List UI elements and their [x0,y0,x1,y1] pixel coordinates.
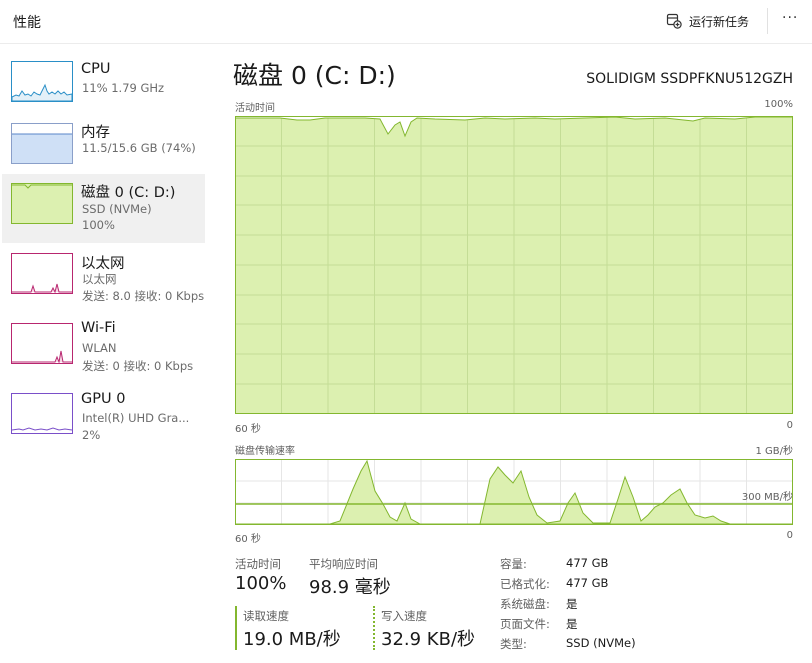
response-time-stat-value: 98.9 毫秒 [309,577,391,598]
gpu-thumbnail-graph [11,393,73,434]
run-task-icon [666,13,682,29]
read-speed-label: 读取速度 [243,609,289,623]
active-time-chart-end: 0 [786,420,793,431]
more-options-icon[interactable]: ··· [782,10,798,26]
capacity-value: 477 GB [566,556,609,570]
wifi-thumbnail-graph [11,323,73,364]
formatted-label: 已格式化: [500,577,550,591]
active-time-chart-max: 100% [764,99,793,110]
capacity-label: 容量: [500,557,527,571]
sidebar-item-wifi[interactable]: Wi-Fi WLAN 发送: 0 接收: 0 Kbps [2,314,205,383]
transfer-rate-chart-end: 0 [786,530,793,541]
sidebar-item-gpu-usage: 2% [82,428,101,442]
page-file-label: 页面文件: [500,617,550,631]
sidebar-item-gpu[interactable]: GPU 0 Intel(R) UHD Gra... 2% [2,384,205,453]
read-speed-indicator [235,606,237,650]
active-time-stat-value: 100% [235,573,287,594]
sidebar-item-ethernet[interactable]: 以太网 以太网 发送: 8.0 接收: 0 Kbps [2,244,205,313]
active-time-graph [235,116,793,414]
sidebar-item-ethernet-type: 以太网 [82,272,117,286]
sidebar-item-ethernet-rate: 发送: 8.0 接收: 0 Kbps [82,289,205,303]
sidebar-item-ethernet-label: 以太网 [81,256,125,272]
header-bar: 性能 运行新任务 ··· [0,0,812,44]
sidebar-item-cpu[interactable]: CPU 11% 1.79 GHz [2,54,205,123]
disk-type-value: SSD (NVMe) [566,636,636,650]
sidebar-item-memory-detail: 11.5/15.6 GB (74%) [82,141,196,155]
sidebar-item-gpu-label: GPU 0 [81,391,126,407]
sidebar-item-memory[interactable]: 内存 11.5/15.6 GB (74%) [2,114,205,183]
disk-type-label: 类型: [500,637,527,651]
ethernet-thumbnail-graph [11,253,73,294]
transfer-rate-chart-label: 磁盘传输速率 [235,446,295,457]
formatted-value: 477 GB [566,576,609,590]
sidebar-item-wifi-label: Wi-Fi [81,320,116,336]
active-time-stat-label: 活动时间 [235,557,281,571]
sidebar-item-disk-usage: 100% [82,218,115,232]
sidebar-item-wifi-type: WLAN [82,341,117,355]
read-speed-value: 19.0 MB/秒 [243,629,341,650]
transfer-rate-reference-label: 300 MB/秒 [741,492,793,503]
transfer-rate-chart-start: 60 秒 [235,534,261,545]
page-title: 性能 [13,15,41,31]
active-time-chart-label: 活动时间 [235,103,275,114]
disk-thumbnail-graph [11,183,73,224]
disk-title: 磁盘 0 (C: D:) [233,61,396,90]
disk-model: SOLIDIGM SSDPFKNU512GZH [586,71,793,87]
response-time-stat-label: 平均响应时间 [309,557,378,571]
system-disk-label: 系统磁盘: [500,597,550,611]
transfer-rate-chart-max: 1 GB/秒 [755,446,793,457]
sidebar-item-disk-type: SSD (NVMe) [82,202,152,216]
sidebar-item-gpu-model: Intel(R) UHD Gra... [82,411,190,425]
sidebar-item-cpu-detail: 11% 1.79 GHz [82,81,165,95]
sidebar-item-wifi-rate: 发送: 0 接收: 0 Kbps [82,359,194,373]
system-disk-value: 是 [566,597,578,611]
run-task-label: 运行新任务 [689,14,750,29]
sidebar-item-cpu-label: CPU [81,61,111,77]
page-file-value: 是 [566,617,578,631]
sidebar-item-disk[interactable]: 磁盘 0 (C: D:) SSD (NVMe) 100% [2,174,205,243]
memory-thumbnail-graph [11,123,73,164]
sidebar-item-memory-label: 内存 [81,125,110,141]
write-speed-label: 写入速度 [381,609,427,623]
transfer-rate-graph [235,459,793,525]
active-time-chart-start: 60 秒 [235,424,261,435]
run-new-task-button[interactable]: 运行新任务 [666,10,749,32]
header-divider [767,8,768,34]
write-speed-indicator [373,606,375,650]
sidebar-item-disk-label: 磁盘 0 (C: D:) [81,185,176,201]
write-speed-value: 32.9 KB/秒 [381,629,476,650]
cpu-thumbnail-graph [11,61,73,102]
